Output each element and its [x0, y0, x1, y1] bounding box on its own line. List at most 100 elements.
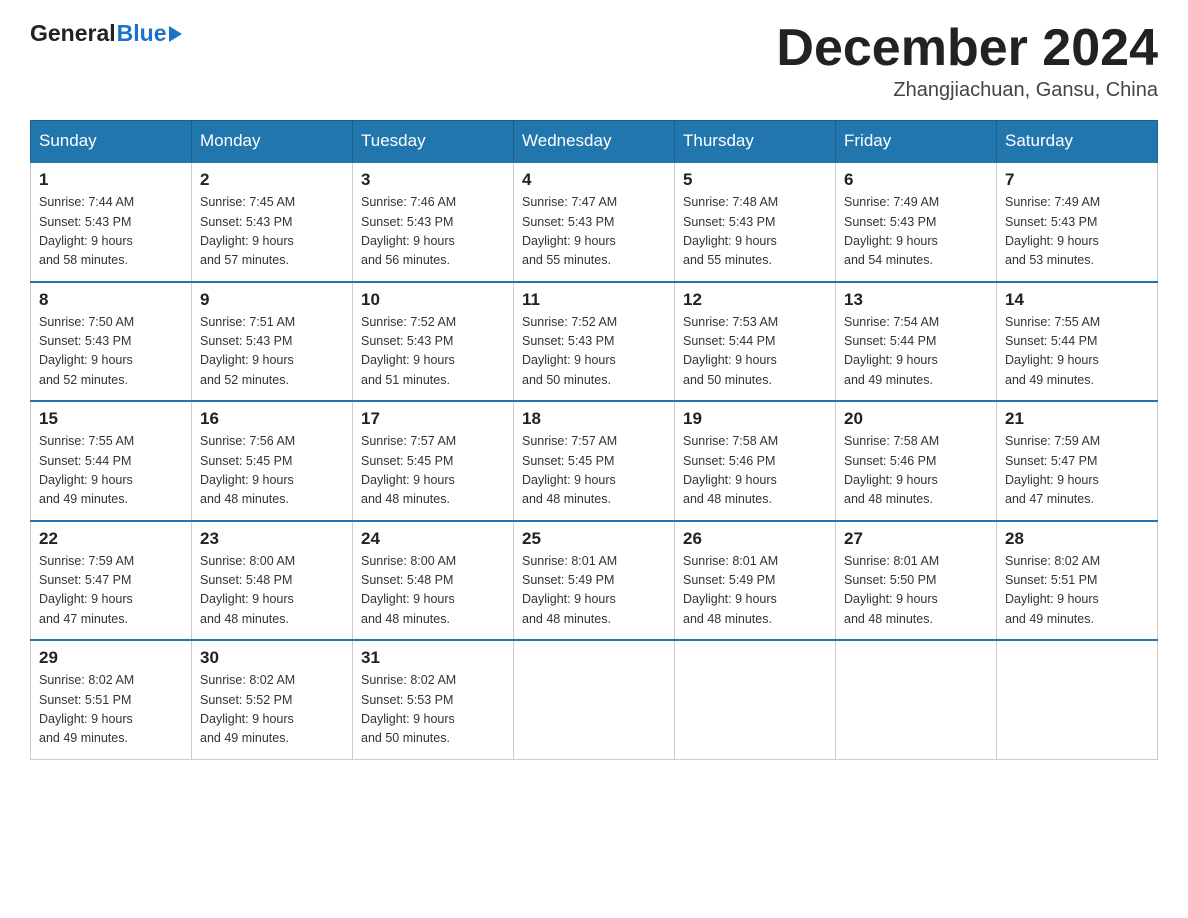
weekday-header-wednesday: Wednesday	[514, 121, 675, 163]
calendar-cell: 9 Sunrise: 7:51 AMSunset: 5:43 PMDaylight…	[192, 282, 353, 402]
day-number: 9	[200, 290, 344, 310]
day-info: Sunrise: 7:59 AMSunset: 5:47 PMDaylight:…	[1005, 432, 1149, 510]
day-info: Sunrise: 7:46 AMSunset: 5:43 PMDaylight:…	[361, 193, 505, 271]
day-info: Sunrise: 8:02 AMSunset: 5:53 PMDaylight:…	[361, 671, 505, 749]
day-number: 17	[361, 409, 505, 429]
day-info: Sunrise: 7:47 AMSunset: 5:43 PMDaylight:…	[522, 193, 666, 271]
calendar-cell: 22Sunrise: 7:59 AMSunset: 5:47 PMDayligh…	[31, 521, 192, 641]
calendar-cell: 18Sunrise: 7:57 AMSunset: 5:45 PMDayligh…	[514, 401, 675, 521]
calendar-table: SundayMondayTuesdayWednesdayThursdayFrid…	[30, 120, 1158, 760]
day-info: Sunrise: 7:48 AMSunset: 5:43 PMDaylight:…	[683, 193, 827, 271]
day-number: 13	[844, 290, 988, 310]
day-info: Sunrise: 7:49 AMSunset: 5:43 PMDaylight:…	[1005, 193, 1149, 271]
calendar-cell: 19 Sunrise: 7:58 AMSunset: 5:46 PMDayligh…	[675, 401, 836, 521]
page-title: December 2024	[776, 20, 1158, 77]
day-info: Sunrise: 8:01 AMSunset: 5:49 PMDaylight:…	[522, 552, 666, 630]
logo-blue: Blue	[117, 20, 167, 47]
day-number: 26	[683, 529, 827, 549]
calendar-cell: 26 Sunrise: 8:01 AMSunset: 5:49 PMDayligh…	[675, 521, 836, 641]
day-number: 19	[683, 409, 827, 429]
day-number: 29	[39, 648, 183, 668]
day-info: Sunrise: 8:01 AMSunset: 5:49 PMDaylight:…	[683, 552, 827, 630]
day-number: 27	[844, 529, 988, 549]
day-number: 23	[200, 529, 344, 549]
calendar-cell: 25Sunrise: 8:01 AMSunset: 5:49 PMDayligh…	[514, 521, 675, 641]
day-info: Sunrise: 7:58 AMSunset: 5:46 PMDaylight:…	[683, 432, 827, 510]
logo-text: GeneralBlue	[30, 20, 182, 47]
calendar-cell	[836, 640, 997, 759]
calendar-cell: 28 Sunrise: 8:02 AMSunset: 5:51 PMDayligh…	[997, 521, 1158, 641]
calendar-week-1: 1Sunrise: 7:44 AMSunset: 5:43 PMDaylight…	[31, 162, 1158, 282]
calendar-week-2: 8Sunrise: 7:50 AMSunset: 5:43 PMDaylight…	[31, 282, 1158, 402]
day-info: Sunrise: 7:51 AMSunset: 5:43 PMDaylight:…	[200, 313, 344, 391]
day-number: 3	[361, 170, 505, 190]
calendar-cell: 2 Sunrise: 7:45 AMSunset: 5:43 PMDaylight…	[192, 162, 353, 282]
day-number: 4	[522, 170, 666, 190]
day-number: 2	[200, 170, 344, 190]
day-info: Sunrise: 7:55 AMSunset: 5:44 PMDaylight:…	[39, 432, 183, 510]
day-info: Sunrise: 7:56 AMSunset: 5:45 PMDaylight:…	[200, 432, 344, 510]
day-info: Sunrise: 7:44 AMSunset: 5:43 PMDaylight:…	[39, 193, 183, 271]
calendar-cell: 3 Sunrise: 7:46 AMSunset: 5:43 PMDaylight…	[353, 162, 514, 282]
day-info: Sunrise: 8:01 AMSunset: 5:50 PMDaylight:…	[844, 552, 988, 630]
weekday-header-tuesday: Tuesday	[353, 121, 514, 163]
day-number: 20	[844, 409, 988, 429]
title-area: December 2024 Zhangjiachuan, Gansu, Chin…	[776, 20, 1158, 102]
calendar-cell: 23Sunrise: 8:00 AMSunset: 5:48 PMDayligh…	[192, 521, 353, 641]
page-header: GeneralBlue December 2024 Zhangjiachuan,…	[30, 20, 1158, 102]
calendar-cell: 5 Sunrise: 7:48 AMSunset: 5:43 PMDaylight…	[675, 162, 836, 282]
calendar-cell: 13 Sunrise: 7:54 AMSunset: 5:44 PMDayligh…	[836, 282, 997, 402]
day-info: Sunrise: 8:00 AMSunset: 5:48 PMDaylight:…	[361, 552, 505, 630]
weekday-header-row: SundayMondayTuesdayWednesdayThursdayFrid…	[31, 121, 1158, 163]
calendar-cell: 10 Sunrise: 7:52 AMSunset: 5:43 PMDayligh…	[353, 282, 514, 402]
day-number: 30	[200, 648, 344, 668]
day-number: 5	[683, 170, 827, 190]
day-number: 14	[1005, 290, 1149, 310]
weekday-header-monday: Monday	[192, 121, 353, 163]
calendar-cell	[675, 640, 836, 759]
day-number: 24	[361, 529, 505, 549]
weekday-header-friday: Friday	[836, 121, 997, 163]
day-number: 31	[361, 648, 505, 668]
calendar-cell: 6 Sunrise: 7:49 AMSunset: 5:43 PMDaylight…	[836, 162, 997, 282]
calendar-cell: 16Sunrise: 7:56 AMSunset: 5:45 PMDayligh…	[192, 401, 353, 521]
day-info: Sunrise: 7:53 AMSunset: 5:44 PMDaylight:…	[683, 313, 827, 391]
day-number: 6	[844, 170, 988, 190]
calendar-cell: 8Sunrise: 7:50 AMSunset: 5:43 PMDaylight…	[31, 282, 192, 402]
weekday-header-sunday: Sunday	[31, 121, 192, 163]
day-info: Sunrise: 8:02 AMSunset: 5:51 PMDaylight:…	[39, 671, 183, 749]
weekday-header-saturday: Saturday	[997, 121, 1158, 163]
calendar-week-5: 29 Sunrise: 8:02 AMSunset: 5:51 PMDayligh…	[31, 640, 1158, 759]
day-info: Sunrise: 8:02 AMSunset: 5:52 PMDaylight:…	[200, 671, 344, 749]
day-info: Sunrise: 7:58 AMSunset: 5:46 PMDaylight:…	[844, 432, 988, 510]
day-number: 12	[683, 290, 827, 310]
calendar-week-4: 22Sunrise: 7:59 AMSunset: 5:47 PMDayligh…	[31, 521, 1158, 641]
day-info: Sunrise: 7:45 AMSunset: 5:43 PMDaylight:…	[200, 193, 344, 271]
calendar-cell: 31 Sunrise: 8:02 AMSunset: 5:53 PMDayligh…	[353, 640, 514, 759]
calendar-cell: 30 Sunrise: 8:02 AMSunset: 5:52 PMDayligh…	[192, 640, 353, 759]
day-number: 7	[1005, 170, 1149, 190]
calendar-cell: 17 Sunrise: 7:57 AMSunset: 5:45 PMDayligh…	[353, 401, 514, 521]
day-info: Sunrise: 7:57 AMSunset: 5:45 PMDaylight:…	[361, 432, 505, 510]
day-number: 10	[361, 290, 505, 310]
calendar-header: SundayMondayTuesdayWednesdayThursdayFrid…	[31, 121, 1158, 163]
calendar-cell: 15Sunrise: 7:55 AMSunset: 5:44 PMDayligh…	[31, 401, 192, 521]
day-info: Sunrise: 7:52 AMSunset: 5:43 PMDaylight:…	[361, 313, 505, 391]
logo: GeneralBlue	[30, 20, 182, 47]
calendar-week-3: 15Sunrise: 7:55 AMSunset: 5:44 PMDayligh…	[31, 401, 1158, 521]
page-subtitle: Zhangjiachuan, Gansu, China	[776, 79, 1158, 102]
calendar-cell: 12 Sunrise: 7:53 AMSunset: 5:44 PMDayligh…	[675, 282, 836, 402]
day-number: 28	[1005, 529, 1149, 549]
calendar-cell	[514, 640, 675, 759]
calendar-cell: 14Sunrise: 7:55 AMSunset: 5:44 PMDayligh…	[997, 282, 1158, 402]
weekday-header-thursday: Thursday	[675, 121, 836, 163]
calendar-cell: 24 Sunrise: 8:00 AMSunset: 5:48 PMDayligh…	[353, 521, 514, 641]
day-info: Sunrise: 8:02 AMSunset: 5:51 PMDaylight:…	[1005, 552, 1149, 630]
calendar-cell: 21Sunrise: 7:59 AMSunset: 5:47 PMDayligh…	[997, 401, 1158, 521]
calendar-body: 1Sunrise: 7:44 AMSunset: 5:43 PMDaylight…	[31, 162, 1158, 759]
day-info: Sunrise: 7:59 AMSunset: 5:47 PMDaylight:…	[39, 552, 183, 630]
day-info: Sunrise: 7:49 AMSunset: 5:43 PMDaylight:…	[844, 193, 988, 271]
day-info: Sunrise: 7:54 AMSunset: 5:44 PMDaylight:…	[844, 313, 988, 391]
day-info: Sunrise: 7:57 AMSunset: 5:45 PMDaylight:…	[522, 432, 666, 510]
calendar-cell: 27 Sunrise: 8:01 AMSunset: 5:50 PMDayligh…	[836, 521, 997, 641]
